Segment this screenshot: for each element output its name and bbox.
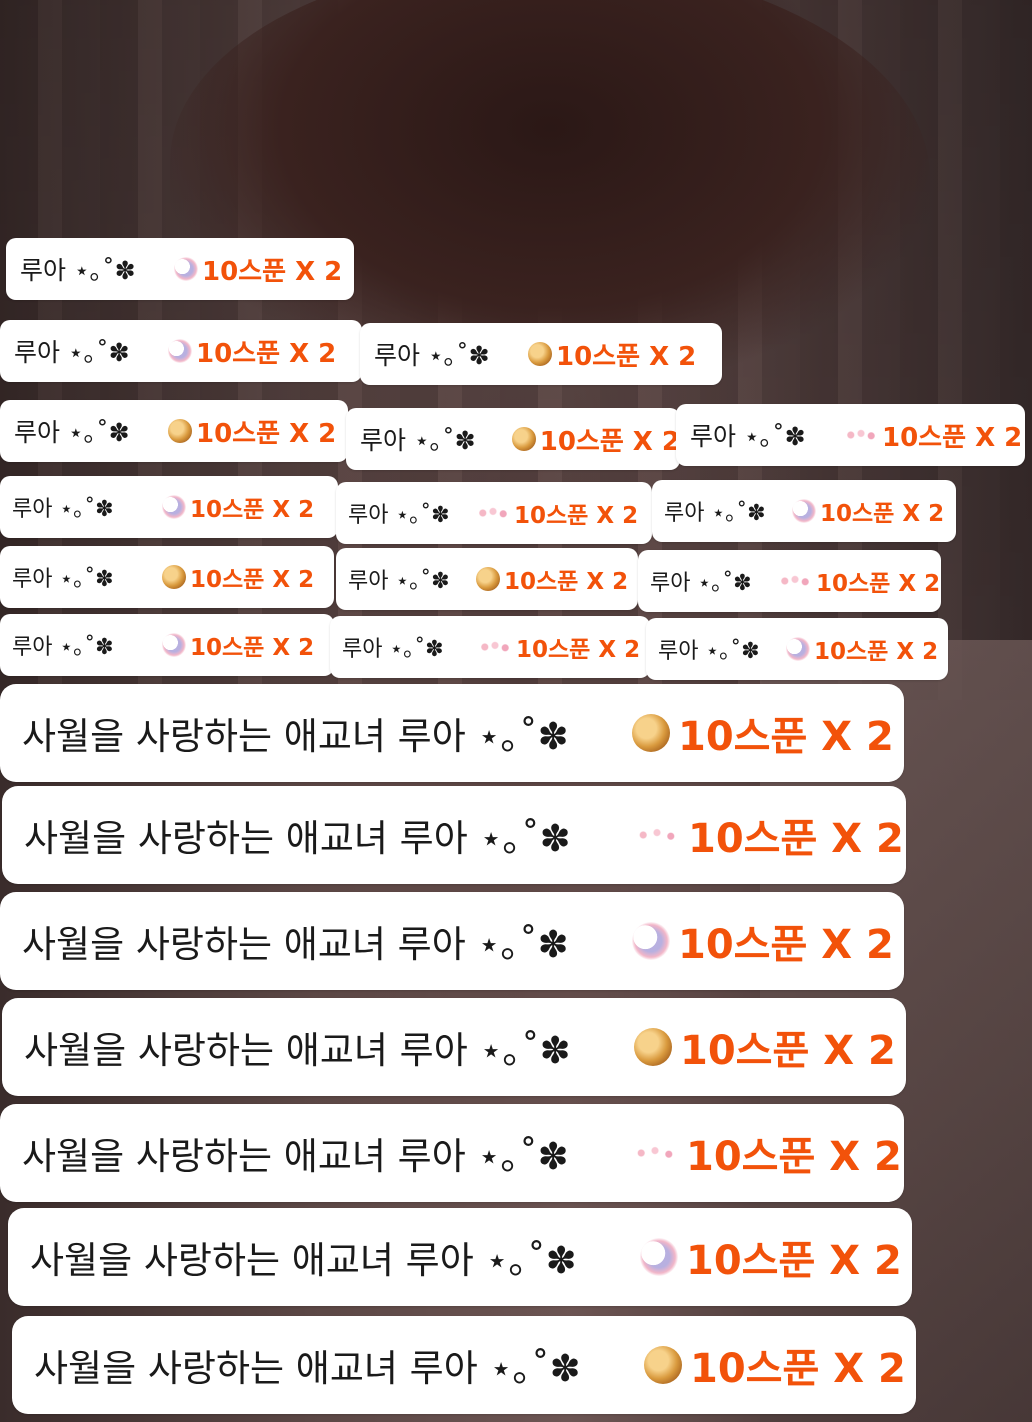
cookie-icon (632, 714, 670, 752)
donation-message: 루아 ⋆｡˚✽ 10스푼 X 2 (0, 320, 362, 382)
donation-message: 루아 ⋆｡˚✽ 10스푼 X 2 (336, 548, 638, 610)
donation-amount: 10스푼 X 2 (686, 1238, 902, 1284)
donation-message: 사월을 사랑하는 애교녀 루아 ⋆｡˚✽ 10스푼 X 2 (12, 1316, 916, 1414)
moon-icon (168, 339, 192, 363)
donation-message: 루아 ⋆｡˚✽ 10스푼 X 2 (360, 323, 722, 385)
sender-name: 루아 ⋆｡˚✽ (348, 569, 450, 594)
sender-name: 루아 ⋆｡˚✽ (650, 571, 752, 596)
donation-amount: 10스푼 X 2 (686, 1134, 902, 1180)
sender-name: 루아 ⋆｡˚✽ (360, 426, 476, 455)
donation-message: 루아 ⋆｡˚✽ 10스푼 X 2 (336, 482, 652, 544)
donation-message: 루아 ⋆｡˚✽ 10스푼 X 2 (676, 404, 1025, 466)
flower-icon (634, 823, 680, 847)
cookie-icon (528, 342, 552, 366)
donation-amount: 10스푼 X 2 (820, 501, 945, 527)
cookie-icon (634, 1028, 672, 1066)
donation-amount: 10스푼 X 2 (816, 571, 941, 597)
moon-icon (640, 1238, 678, 1276)
cookie-icon (644, 1346, 682, 1384)
donation-message: 루아 ⋆｡˚✽ 10스푼 X 2 (0, 400, 348, 462)
sender-name: 루아 ⋆｡˚✽ (348, 503, 450, 528)
donation-message: 루아 ⋆｡˚✽ 10스푼 X 2 (646, 618, 948, 680)
donation-amount: 10스푼 X 2 (196, 418, 337, 449)
sender-name: 루아 ⋆｡˚✽ (14, 418, 130, 447)
donation-amount: 10스푼 X 2 (680, 1028, 896, 1074)
moon-icon (792, 499, 816, 523)
donation-amount: 10스푼 X 2 (678, 714, 894, 760)
sender-name: 루아 ⋆｡˚✽ (664, 501, 766, 526)
flower-icon (844, 427, 878, 443)
donation-message: 루아 ⋆｡˚✽ 10스푼 X 2 (0, 546, 334, 608)
sender-name: 사월을 사랑하는 애교녀 루아 ⋆｡˚✽ (22, 1135, 569, 1178)
donation-message: 사월을 사랑하는 애교녀 루아 ⋆｡˚✽ 10스푼 X 2 (0, 684, 904, 782)
donation-amount: 10스푼 X 2 (556, 341, 697, 372)
sender-name: 사월을 사랑하는 애교녀 루아 ⋆｡˚✽ (22, 923, 569, 966)
donation-amount: 10스푼 X 2 (514, 503, 639, 529)
donation-amount: 10스푼 X 2 (539, 426, 680, 457)
flower-icon (632, 1141, 678, 1165)
sender-name: 사월을 사랑하는 애교녀 루아 ⋆｡˚✽ (24, 1029, 571, 1072)
sender-name: 사월을 사랑하는 애교녀 루아 ⋆｡˚✽ (30, 1239, 577, 1282)
donation-amount: 10스푼 X 2 (688, 816, 904, 862)
sender-name: 루아 ⋆｡˚✽ (14, 338, 130, 367)
sender-name: 사월을 사랑하는 애교녀 루아 ⋆｡˚✽ (34, 1347, 581, 1390)
cookie-icon (511, 427, 536, 451)
donation-message: 사월을 사랑하는 애교녀 루아 ⋆｡˚✽ 10스푼 X 2 (0, 1104, 904, 1202)
donation-amount: 10스푼 X 2 (202, 256, 343, 287)
donation-amount: 10스푼 X 2 (190, 635, 315, 661)
sender-name: 사월을 사랑하는 애교녀 루아 ⋆｡˚✽ (24, 817, 571, 860)
moon-icon (786, 637, 810, 661)
sender-name: 루아 ⋆｡˚✽ (20, 256, 136, 285)
flower-icon (778, 573, 812, 589)
donation-amount: 10스푼 X 2 (516, 637, 641, 663)
donation-message: 루아 ⋆｡˚✽ 10스푼 X 2 (652, 480, 956, 542)
donation-amount: 10스푼 X 2 (504, 569, 629, 595)
moon-icon (632, 922, 670, 960)
donation-message: 사월을 사랑하는 애교녀 루아 ⋆｡˚✽ 10스푼 X 2 (2, 998, 906, 1096)
donation-amount: 10스푼 X 2 (190, 497, 315, 523)
sender-name: 사월을 사랑하는 애교녀 루아 ⋆｡˚✽ (22, 715, 569, 758)
donation-amount: 10스푼 X 2 (190, 567, 315, 593)
donation-message: 사월을 사랑하는 애교녀 루아 ⋆｡˚✽ 10스푼 X 2 (8, 1208, 912, 1306)
donation-message: 루아 ⋆｡˚✽ 10스푼 X 2 (638, 550, 941, 612)
donation-amount: 10스푼 X 2 (678, 922, 894, 968)
moon-icon (162, 633, 186, 657)
sender-name: 루아 ⋆｡˚✽ (12, 635, 114, 660)
sender-name: 루아 ⋆｡˚✽ (374, 341, 490, 370)
cookie-icon (162, 565, 186, 589)
donation-message: 루아 ⋆｡˚✽ 10스푼 X 2 (346, 408, 680, 470)
flower-icon (478, 639, 512, 655)
donation-message: 사월을 사랑하는 애교녀 루아 ⋆｡˚✽ 10스푼 X 2 (2, 786, 906, 884)
sender-name: 루아 ⋆｡˚✽ (12, 497, 114, 522)
moon-icon (162, 495, 186, 519)
cookie-icon (168, 419, 192, 443)
sender-name: 루아 ⋆｡˚✽ (658, 639, 760, 664)
sender-name: 루아 ⋆｡˚✽ (12, 567, 114, 592)
donation-amount: 10스푼 X 2 (690, 1346, 906, 1392)
donation-amount: 10스푼 X 2 (814, 639, 939, 665)
flower-icon (476, 505, 510, 521)
donation-message: 루아 ⋆｡˚✽ 10스푼 X 2 (330, 616, 650, 678)
donation-amount: 10스푼 X 2 (196, 338, 337, 369)
donation-message: 루아 ⋆｡˚✽ 10스푼 X 2 (6, 238, 354, 300)
donation-message: 루아 ⋆｡˚✽ 10스푼 X 2 (0, 614, 334, 676)
cookie-icon (476, 567, 500, 591)
donation-message: 루아 ⋆｡˚✽ 10스푼 X 2 (0, 476, 338, 538)
donation-message: 사월을 사랑하는 애교녀 루아 ⋆｡˚✽ 10스푼 X 2 (0, 892, 904, 990)
moon-icon (174, 257, 198, 281)
sender-name: 루아 ⋆｡˚✽ (690, 422, 806, 451)
sender-name: 루아 ⋆｡˚✽ (342, 637, 444, 662)
donation-amount: 10스푼 X 2 (882, 422, 1023, 453)
